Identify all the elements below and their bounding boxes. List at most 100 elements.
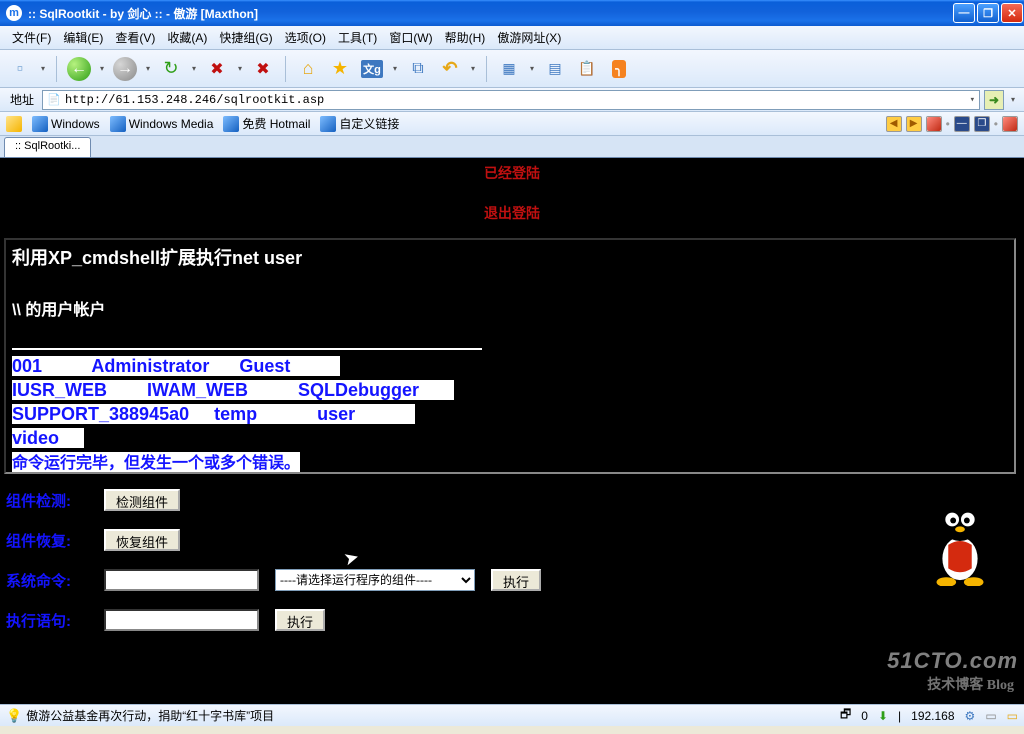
address-field[interactable]: 📄 http://61.153.248.246/sqlrootkit.asp ▾ — [42, 90, 980, 110]
menu-aoyou[interactable]: 傲游网址(X) — [491, 27, 567, 48]
page-icon: 📄 — [47, 93, 61, 107]
app-icon: m — [6, 5, 22, 21]
user-list: 001 Administrator Guest IUSR_WEB IWAM_WE… — [12, 354, 1008, 474]
tool-close-icon[interactable] — [1002, 116, 1018, 132]
menu-edit[interactable]: 编辑(E) — [57, 27, 109, 48]
watermark-url: 51CTO.com — [887, 648, 1018, 674]
tool-restore-icon[interactable]: ❐ — [974, 116, 990, 132]
user-row-2: IUSR_WEB IWAM_WEB SQLDebugger — [12, 380, 454, 400]
tab-sqlrootkit[interactable]: :: SqlRootki... — [4, 137, 91, 157]
popup-count: 0 — [861, 709, 868, 723]
go-button[interactable]: ➜ — [984, 90, 1004, 110]
rss-button[interactable]: ╮ — [605, 55, 633, 83]
link-hotmail-label: 免费 Hotmail — [242, 115, 310, 132]
menu-window[interactable]: 窗口(W) — [383, 27, 438, 48]
tile-button[interactable]: ▦ — [495, 55, 523, 83]
go-dropdown[interactable]: ▾ — [1008, 95, 1018, 104]
menu-shortcut-group[interactable]: 快捷组(G) — [213, 27, 278, 48]
new-tab-dropdown[interactable]: ▾ — [38, 64, 48, 73]
output-divider — [12, 348, 482, 350]
window-title: :: SqlRootkit - by 剑心 :: - 傲游 [Maxthon] — [28, 5, 952, 22]
link-wmedia-label: Windows Media — [129, 117, 214, 131]
execsql-input[interactable] — [104, 609, 259, 631]
ie-icon — [110, 116, 126, 132]
logout-link[interactable]: 退出登陆 — [484, 202, 540, 224]
tool-minimize-icon[interactable]: — — [954, 116, 970, 132]
menu-fav[interactable]: 收藏(A) — [161, 27, 213, 48]
window-titlebar: m :: SqlRootkit - by 剑心 :: - 傲游 [Maxthon… — [0, 0, 1024, 26]
address-dropdown-icon[interactable]: ▾ — [970, 95, 975, 105]
tool-arrow-right-icon[interactable]: ▶ — [906, 116, 922, 132]
menu-help[interactable]: 帮助(H) — [439, 27, 492, 48]
label-execsql: 执行语句: — [6, 610, 88, 631]
syscmd-input[interactable] — [104, 569, 259, 591]
command-output-box[interactable]: 利用XP_cmdshell扩展执行net user \\ 的用户帐户 001 A… — [4, 238, 1016, 474]
toolbar-separator — [56, 56, 57, 82]
new-tab-button[interactable]: ▫ — [6, 55, 34, 83]
controls-panel: 组件检测: 检测组件 组件恢复: 恢复组件 系统命令: ----请选择运行程序的… — [0, 488, 1024, 632]
exec-syscmd-button[interactable]: 执行 — [491, 569, 541, 591]
menu-view[interactable]: 查看(V) — [109, 27, 161, 48]
tab-bar: :: SqlRootki... — [0, 136, 1024, 158]
download-icon[interactable]: ⬇ — [878, 709, 888, 723]
menu-options[interactable]: 选项(O) — [279, 27, 332, 48]
status-ip: 192.168 — [911, 709, 954, 723]
links-bar: Windows Windows Media 免费 Hotmail 自定义链接 ◀… — [0, 112, 1024, 136]
refresh-button[interactable]: ↻ — [157, 55, 185, 83]
back-dropdown[interactable]: ▾ — [97, 64, 107, 73]
restore-button[interactable]: 恢复组件 — [104, 529, 180, 551]
link-hotmail[interactable]: 免费 Hotmail — [223, 115, 310, 132]
links-folder-icon[interactable] — [6, 116, 22, 132]
tool-arrow-left-icon[interactable]: ◀ — [886, 116, 902, 132]
maximize-button[interactable]: ❐ — [977, 3, 999, 23]
bulb-icon: 💡 — [6, 708, 22, 724]
component-select[interactable]: ----请选择运行程序的组件---- — [275, 569, 475, 591]
tool-close-all-icon[interactable] — [926, 116, 942, 132]
forward-dropdown[interactable]: ▾ — [143, 64, 153, 73]
forward-button[interactable]: → — [111, 55, 139, 83]
link-windows-label: Windows — [51, 117, 100, 131]
link-windows-media[interactable]: Windows Media — [110, 116, 214, 132]
main-toolbar: ▫ ▾ ← ▾ → ▾ ↻ ▾ ✖ ▾ ✖ ⌂ ★ 文g ▾ ⧉ ↶ ▾ ▦ ▾… — [0, 50, 1024, 88]
detect-button[interactable]: 检测组件 — [104, 489, 180, 511]
exec-sql-button[interactable]: 执行 — [275, 609, 325, 631]
popup-button[interactable]: ⧉ — [404, 55, 432, 83]
watermark-sub: 技术博客 Blog — [927, 674, 1014, 694]
minimize-button[interactable]: — — [953, 3, 975, 23]
label-restore: 组件恢复: — [6, 530, 88, 551]
status-separator: | — [898, 709, 901, 723]
link-windows[interactable]: Windows — [32, 116, 100, 132]
sidebar-tools: ◀ ▶ • — ❐ • — [886, 116, 1018, 132]
toolbar-separator-2 — [285, 56, 286, 82]
address-label: 地址 — [6, 91, 38, 108]
stop2-button[interactable]: ✖ — [249, 55, 277, 83]
home-button[interactable]: ⌂ — [294, 55, 322, 83]
menu-tools[interactable]: 工具(T) — [332, 27, 383, 48]
ie-icon — [223, 116, 239, 132]
refresh-dropdown[interactable]: ▾ — [189, 64, 199, 73]
list-button[interactable]: ▤ — [541, 55, 569, 83]
user-row-3: SUPPORT_388945a0 temp user — [12, 404, 415, 424]
stop-dropdown[interactable]: ▾ — [235, 64, 245, 73]
ie-icon — [320, 116, 336, 132]
user-row-4: video — [12, 428, 84, 448]
favorites-button[interactable]: ★ — [326, 55, 354, 83]
translate-button[interactable]: 文g — [358, 55, 386, 83]
link-custom-label: 自定义链接 — [339, 115, 399, 132]
menu-file[interactable]: 文件(F) — [6, 27, 57, 48]
popup-block-icon[interactable]: 🗗 — [840, 705, 851, 726]
tile-dropdown[interactable]: ▾ — [527, 64, 537, 73]
close-button[interactable]: ✕ — [1001, 3, 1023, 23]
undo-dropdown[interactable]: ▾ — [468, 64, 478, 73]
stop-button[interactable]: ✖ — [203, 55, 231, 83]
back-button[interactable]: ← — [65, 55, 93, 83]
notes-button[interactable]: 📋 — [573, 55, 601, 83]
script-icon: ▭ — [985, 709, 996, 723]
translate-dropdown[interactable]: ▾ — [390, 64, 400, 73]
address-url: http://61.153.248.246/sqlrootkit.asp — [65, 93, 324, 107]
user-row-1: 001 Administrator Guest — [12, 356, 340, 376]
security-icon: ▭ — [1007, 709, 1018, 723]
accounts-header: \\ 的用户帐户 — [12, 296, 1008, 320]
undo-button[interactable]: ↶ — [436, 55, 464, 83]
link-custom[interactable]: 自定义链接 — [320, 115, 399, 132]
